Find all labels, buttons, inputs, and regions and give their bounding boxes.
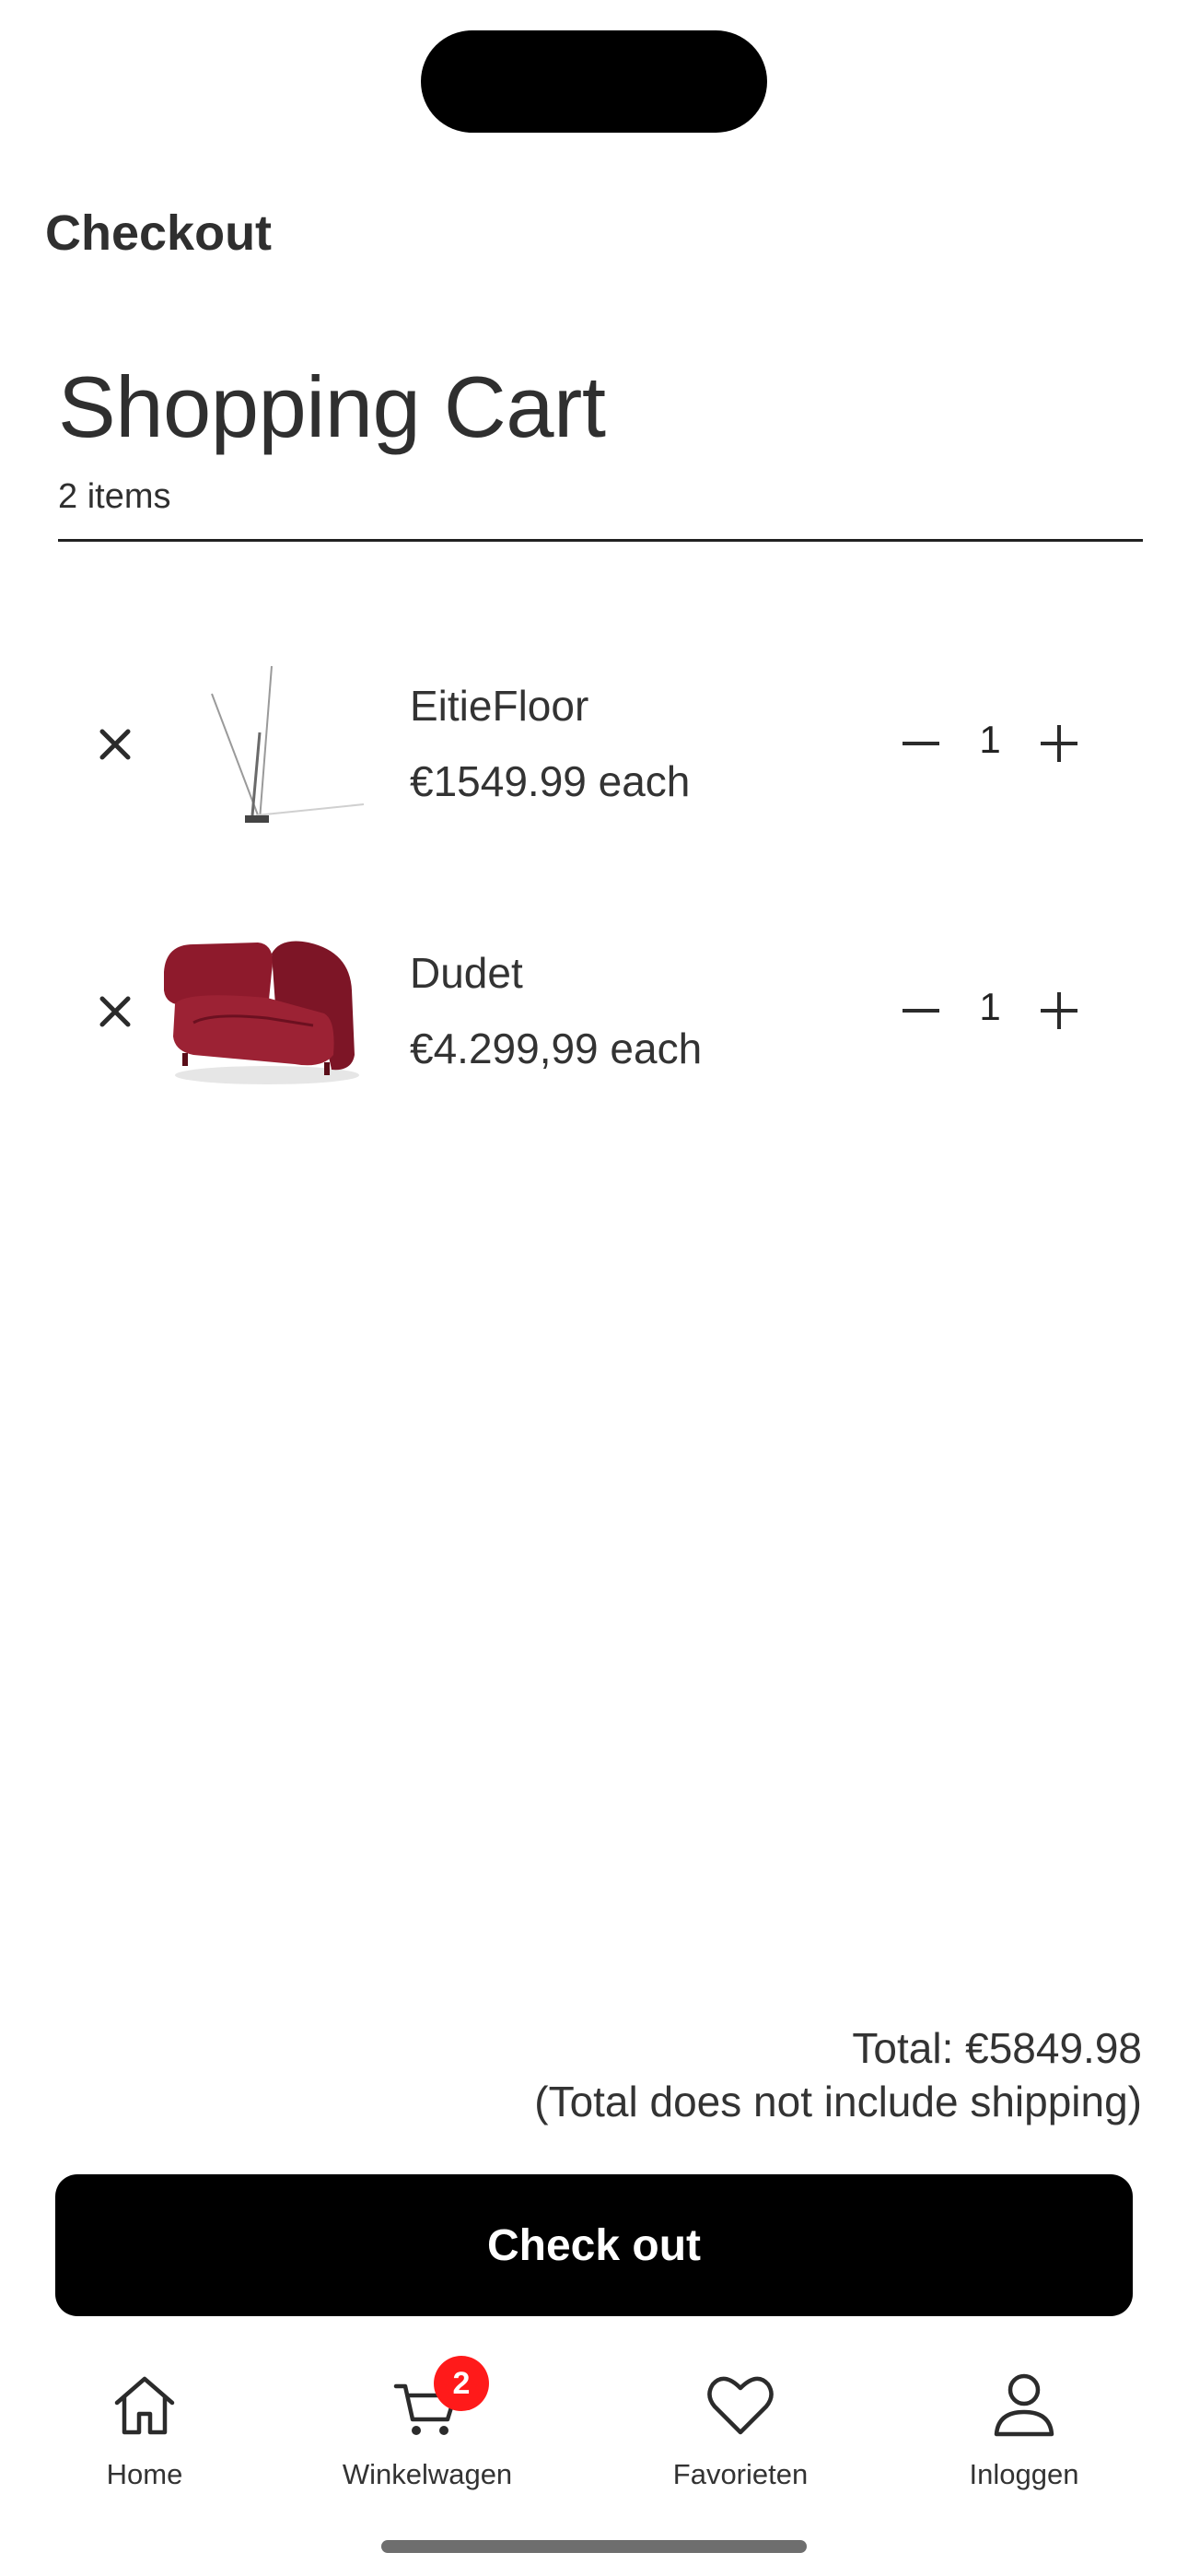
cart-item: EitieFloor €1549.99 each 1 — [0, 650, 1188, 834]
increase-quantity-button[interactable] — [1031, 716, 1087, 771]
decrease-quantity-button[interactable] — [893, 716, 949, 771]
remove-item-button[interactable] — [92, 721, 138, 767]
close-icon — [99, 996, 131, 1027]
cart-badge: 2 — [434, 2356, 489, 2411]
divider — [58, 539, 1143, 542]
tab-favorites[interactable]: Favorieten — [630, 2368, 851, 2506]
minus-icon — [903, 742, 939, 745]
plus-icon — [1041, 992, 1077, 1029]
decrease-quantity-button[interactable] — [893, 983, 949, 1038]
red-sofa-image — [157, 917, 368, 1101]
item-count: 2 items — [58, 477, 171, 516]
close-icon — [99, 729, 131, 760]
item-price: €4.299,99 each — [410, 1025, 703, 1072]
tab-label: Winkelwagen — [342, 2458, 513, 2490]
tab-cart[interactable]: 2 Winkelwagen — [317, 2356, 538, 2506]
item-price: €1549.99 each — [410, 757, 691, 805]
quantity-stepper: 1 — [893, 983, 1087, 1038]
floor-lamp-image — [157, 650, 368, 834]
dynamic-island — [421, 30, 767, 133]
tab-bar: Home 2 Winkelwagen Favorieten Inloggen — [0, 2356, 1188, 2534]
checkout-button[interactable]: Check out — [55, 2174, 1133, 2316]
tab-home[interactable]: Home — [34, 2368, 255, 2506]
increase-quantity-button[interactable] — [1031, 983, 1087, 1038]
home-indicator[interactable] — [381, 2540, 807, 2553]
heart-icon — [707, 2376, 774, 2435]
user-icon — [994, 2373, 1054, 2437]
quantity-stepper: 1 — [893, 716, 1087, 771]
remove-item-button[interactable] — [92, 989, 138, 1035]
cart-item: Dudet €4.299,99 each 1 — [0, 917, 1188, 1101]
tab-label: Favorieten — [672, 2458, 809, 2490]
home-icon — [114, 2376, 175, 2435]
tab-login[interactable]: Inloggen — [914, 2368, 1135, 2506]
nav-title: Checkout — [45, 205, 273, 261]
order-total: Total: €5849.98 — [852, 2024, 1142, 2072]
tab-label: Home — [106, 2458, 183, 2490]
item-name: EitieFloor — [410, 682, 589, 730]
shipping-note: (Total does not include shipping) — [534, 2078, 1142, 2125]
quantity-value: 1 — [979, 985, 1001, 1028]
page-title: Shopping Cart — [58, 358, 606, 455]
tab-label: Inloggen — [969, 2458, 1079, 2490]
item-name: Dudet — [410, 949, 523, 997]
minus-icon — [903, 1009, 939, 1013]
quantity-value: 1 — [979, 718, 1001, 761]
plus-icon — [1041, 725, 1077, 762]
